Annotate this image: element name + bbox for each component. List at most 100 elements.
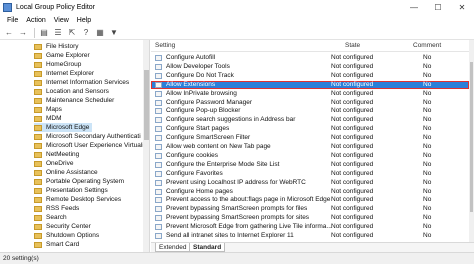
list-view-icon[interactable]: ☰ bbox=[52, 27, 64, 39]
tree-item-label: Maintenance Scheduler bbox=[46, 97, 115, 104]
menu-help[interactable]: Help bbox=[73, 17, 95, 24]
table-row[interactable]: Configure Pop-up Blocker Not configured No bbox=[151, 107, 469, 115]
folder-icon bbox=[34, 205, 42, 212]
tree-item[interactable]: Search bbox=[34, 213, 67, 222]
tree-item[interactable]: Maintenance Scheduler bbox=[34, 96, 114, 105]
view-tabs: Extended Standard bbox=[151, 242, 474, 252]
cell-setting: Configure search suggestions in Address … bbox=[166, 116, 296, 124]
window-controls: — ☐ ✕ bbox=[402, 0, 474, 14]
cell-state: Not configured bbox=[331, 98, 374, 106]
cell-setting: Prevent Microsoft Edge from gathering Li… bbox=[166, 223, 332, 231]
tree-item[interactable]: Game Explorer bbox=[34, 51, 90, 60]
column-header-comment[interactable]: Comment bbox=[413, 42, 441, 49]
table-row[interactable]: Prevent using Localhost IP address for W… bbox=[151, 179, 469, 187]
table-row[interactable]: Allow Developer Tools Not configured No bbox=[151, 63, 469, 71]
table-row[interactable]: Configure SmartScreen Filter Not configur… bbox=[151, 134, 469, 142]
tree-item[interactable]: MDM bbox=[34, 114, 62, 123]
table-row[interactable]: Configure search suggestions in Address … bbox=[151, 116, 469, 124]
filter-icon[interactable]: ▼ bbox=[108, 27, 120, 39]
cell-setting: Prevent access to the about:flags page i… bbox=[166, 196, 331, 204]
table-row[interactable]: Allow InPrivate browsing Not configured No bbox=[151, 90, 469, 98]
table-row[interactable]: Prevent bypassing SmartScreen prompts fo… bbox=[151, 205, 469, 213]
tree-item[interactable]: NetMeeting bbox=[34, 150, 79, 159]
cell-state: Not configured bbox=[331, 151, 374, 159]
tree-item[interactable]: Smart Card bbox=[34, 240, 79, 249]
table-row[interactable]: Configure cookies Not configured No bbox=[151, 152, 469, 160]
tab-standard[interactable]: Standard bbox=[189, 243, 226, 252]
cell-setting: Allow web content on New Tab page bbox=[166, 143, 271, 150]
tree-item[interactable]: Internet Information Services bbox=[34, 78, 129, 87]
tree-item-label: Maps bbox=[46, 106, 62, 113]
folder-icon bbox=[34, 133, 42, 140]
tree-item[interactable]: Shutdown Options bbox=[34, 231, 99, 240]
cell-comment: No bbox=[423, 178, 432, 186]
cell-state: Not configured bbox=[331, 232, 374, 239]
policy-setting-icon bbox=[155, 72, 162, 79]
policy-editor-icon bbox=[3, 2, 12, 12]
table-row[interactable]: Configure the Enterprise Mode Site List N… bbox=[151, 161, 469, 169]
table-row[interactable]: Configure Favorites Not configured No bbox=[151, 170, 469, 178]
policy-setting-icon bbox=[155, 188, 162, 195]
table-row[interactable]: Allow web content on New Tab page Not con… bbox=[151, 143, 469, 151]
tree-item[interactable]: File History bbox=[34, 42, 79, 51]
policy-setting-icon bbox=[155, 90, 162, 97]
menu-view[interactable]: View bbox=[50, 17, 73, 24]
show-hide-tree-icon[interactable]: ▤ bbox=[38, 27, 50, 39]
list-scrollbar[interactable] bbox=[469, 40, 474, 242]
back-icon[interactable]: ← bbox=[3, 27, 15, 39]
list-scroll-thumb[interactable] bbox=[470, 62, 473, 212]
table-row[interactable]: Prevent access to the about:flags page i… bbox=[151, 196, 469, 204]
help-icon[interactable]: ? bbox=[80, 27, 92, 39]
tree-item[interactable]: Location and Sensors bbox=[34, 87, 109, 96]
menu-action[interactable]: Action bbox=[22, 17, 49, 24]
close-button[interactable]: ✕ bbox=[450, 0, 474, 14]
cell-setting: Allow Developer Tools bbox=[166, 62, 230, 70]
table-row[interactable]: Send all intranet sites to Internet Expl… bbox=[151, 232, 469, 240]
policy-setting-icon bbox=[155, 99, 162, 106]
cell-setting: Configure cookies bbox=[166, 151, 219, 159]
tree-item[interactable]: HomeGroup bbox=[34, 60, 81, 69]
policy-setting-icon bbox=[155, 233, 162, 239]
folder-icon bbox=[34, 151, 42, 158]
tree-item[interactable]: Microsoft Edge bbox=[34, 123, 93, 132]
column-header-setting[interactable]: Setting bbox=[155, 42, 175, 49]
export-list-icon[interactable]: ⇱ bbox=[66, 27, 78, 39]
tree-item[interactable]: Online Assistance bbox=[34, 168, 98, 177]
folder-icon bbox=[34, 160, 42, 167]
tree-item[interactable]: Security Center bbox=[34, 222, 91, 231]
menu-file[interactable]: File bbox=[3, 17, 22, 24]
table-row[interactable]: Configure Do Not Track Not configured No bbox=[151, 72, 469, 80]
folder-icon bbox=[34, 52, 42, 59]
tree-scrollbar[interactable] bbox=[143, 40, 149, 252]
tree-item[interactable]: Maps bbox=[34, 105, 62, 114]
minimize-button[interactable]: — bbox=[402, 0, 426, 14]
table-row[interactable]: Configure Home pages Not configured No bbox=[151, 188, 469, 196]
policy-setting-icon bbox=[155, 135, 162, 142]
cell-comment: No bbox=[423, 71, 432, 79]
table-row[interactable]: Prevent bypassing SmartScreen prompts fo… bbox=[151, 214, 469, 222]
table-row[interactable]: Allow Extensions Not configured No bbox=[151, 80, 469, 89]
tab-extended[interactable]: Extended bbox=[155, 243, 191, 252]
tree-scroll-thumb[interactable] bbox=[144, 70, 149, 140]
table-row[interactable]: Configure Autofill Not configured No bbox=[151, 54, 469, 62]
tree-item[interactable]: Presentation Settings bbox=[34, 186, 108, 195]
tree-item[interactable]: Internet Explorer bbox=[34, 69, 94, 78]
tree-item[interactable]: Remote Desktop Services bbox=[34, 195, 121, 204]
column-header-state[interactable]: State bbox=[345, 42, 360, 49]
tree-item[interactable]: Microsoft Secondary Authenticati bbox=[34, 132, 141, 141]
table-row[interactable]: Configure Start pages Not configured No bbox=[151, 125, 469, 133]
table-row[interactable]: Prevent Microsoft Edge from gathering Li… bbox=[151, 223, 469, 231]
tree-item[interactable]: Microsoft User Experience Virtualiz bbox=[34, 141, 147, 150]
tree-item[interactable]: Portable Operating System bbox=[34, 177, 124, 186]
tree-item-label: OneDrive bbox=[46, 160, 74, 167]
table-row[interactable]: Configure Password Manager Not configured… bbox=[151, 99, 469, 107]
tree-item[interactable]: RSS Feeds bbox=[34, 204, 79, 213]
window-title: Local Group Policy Editor bbox=[16, 3, 95, 11]
tree-item[interactable]: OneDrive bbox=[34, 159, 73, 168]
forward-icon[interactable]: → bbox=[17, 27, 29, 39]
cell-state: Not configured bbox=[331, 196, 374, 204]
maximize-button[interactable]: ☐ bbox=[426, 0, 450, 14]
properties-icon[interactable]: ▦ bbox=[94, 27, 106, 39]
cell-state: Not configured bbox=[331, 125, 374, 133]
toolbar-divider bbox=[34, 27, 35, 38]
